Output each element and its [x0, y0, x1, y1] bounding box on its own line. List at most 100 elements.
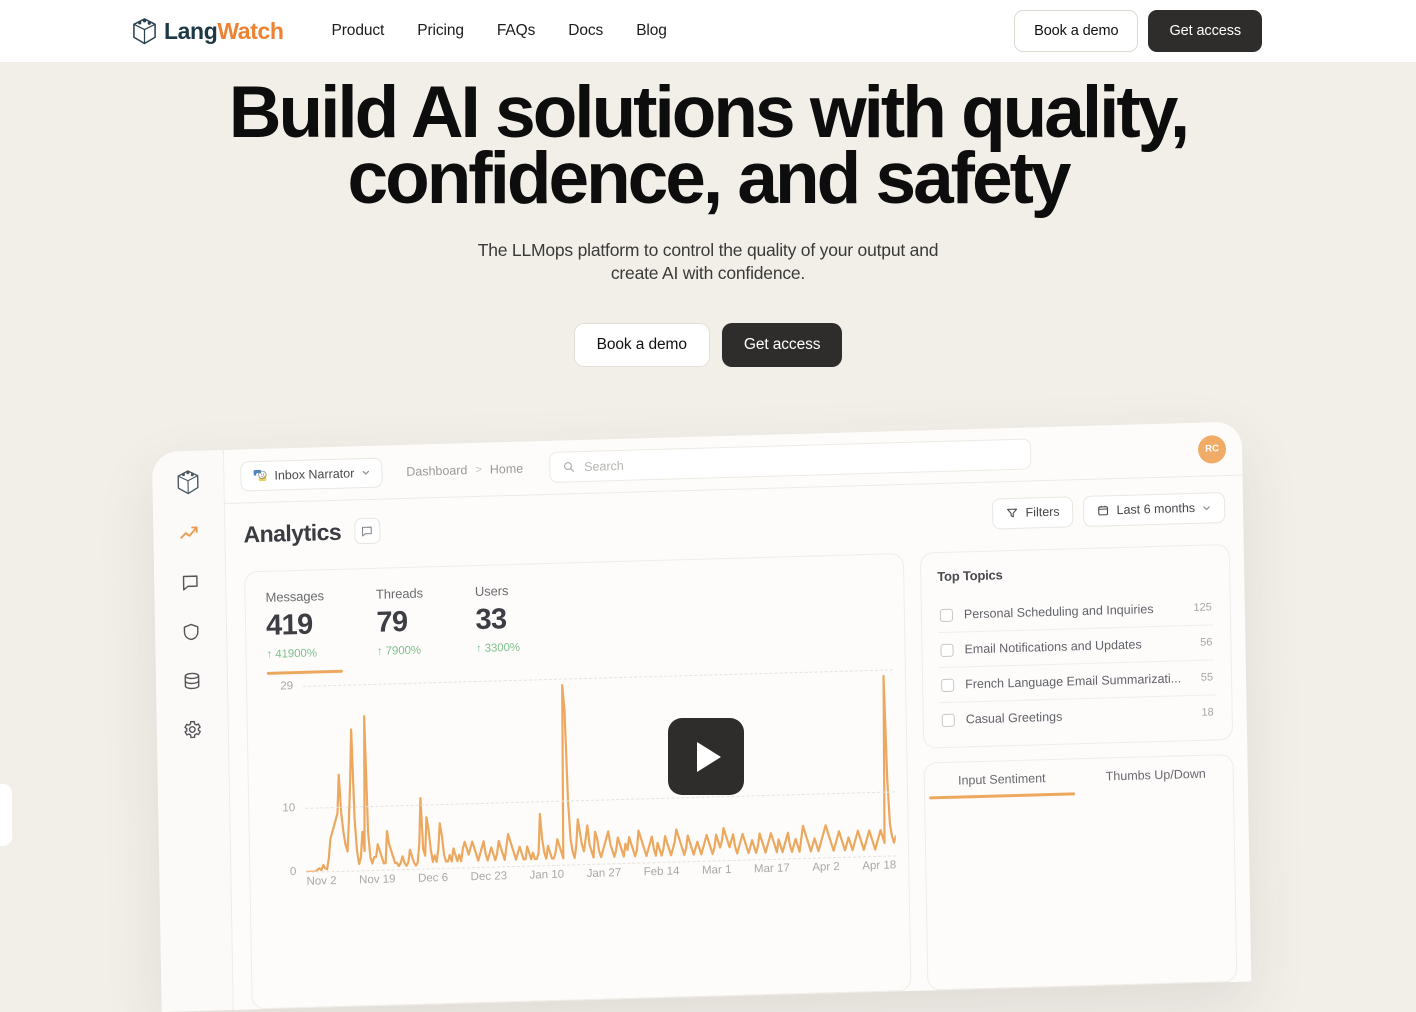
project-selector[interactable]: Inbox Narrator	[240, 457, 382, 491]
sentiment-tabs: Input Sentiment Thumbs Up/Down	[925, 755, 1234, 800]
metric-label: Threads	[376, 585, 423, 601]
nav-actions: Book a demo Get access	[1014, 10, 1262, 52]
metric-value: 79	[376, 605, 424, 639]
logo-text-lang: Lang	[164, 18, 217, 44]
topic-checkbox[interactable]	[942, 713, 955, 726]
avatar[interactable]: RC	[1198, 435, 1226, 464]
top-navigation-bar: LangWatch Product Pricing FAQs Docs Blog…	[0, 0, 1416, 62]
hero-subtitle-line-1: The LLMops platform to control the quali…	[478, 240, 939, 260]
funnel-icon	[1006, 507, 1018, 519]
chart-x-tick: Nov 2	[306, 875, 336, 888]
breadcrumb-dashboard[interactable]: Dashboard	[406, 463, 467, 479]
hero-cta-group: Book a demo Get access	[0, 323, 1416, 367]
nav-link-faqs[interactable]: FAQs	[497, 22, 535, 40]
hero-subtitle-line-2: create AI with confidence.	[611, 263, 805, 283]
metric-threads[interactable]: Threads 79 ↑ 7900%	[376, 585, 424, 671]
search-input[interactable]: Search	[549, 438, 1031, 482]
metric-users[interactable]: Users 33 ↑ 3300%	[475, 583, 521, 669]
nav-link-product[interactable]: Product	[332, 22, 385, 40]
analytics-card: Messages 419 ↑ 41900% Threads 79 ↑ 7900%…	[244, 553, 911, 1009]
metric-active-underline	[267, 670, 343, 675]
brand-logo[interactable]: LangWatch	[132, 18, 284, 45]
topic-label: Personal Scheduling and Inquiries	[964, 601, 1183, 621]
filters-label: Filters	[1025, 505, 1059, 520]
sidebar-item-datasets[interactable]	[178, 667, 205, 695]
sidebar-item-messages[interactable]	[176, 569, 203, 597]
chart-x-tick: Mar 1	[702, 864, 732, 877]
list-item[interactable]: Casual Greetings 18	[939, 694, 1216, 737]
nav-link-pricing[interactable]: Pricing	[417, 22, 464, 40]
hero-title: Build AI solutions with quality, confide…	[0, 80, 1416, 212]
app-sidebar	[152, 450, 234, 1012]
topic-checkbox[interactable]	[940, 643, 953, 656]
nav-link-blog[interactable]: Blog	[636, 22, 667, 40]
chart-x-tick: Dec 23	[471, 870, 508, 883]
top-topics-card: Top Topics Personal Scheduling and Inqui…	[920, 544, 1233, 749]
date-range-label: Last 6 months	[1116, 501, 1195, 517]
metric-delta: ↑ 3300%	[476, 642, 520, 655]
video-play-button[interactable]	[668, 718, 744, 795]
topic-count: 125	[1193, 601, 1212, 614]
chart-x-tick: Apr 2	[812, 861, 840, 874]
metric-messages[interactable]: Messages 419 ↑ 41900%	[265, 588, 325, 675]
topic-count: 56	[1200, 636, 1212, 648]
nav-book-demo-button[interactable]: Book a demo	[1014, 10, 1138, 52]
offscreen-card-edge	[0, 784, 12, 846]
primary-nav-links: Product Pricing FAQs Docs Blog	[332, 22, 667, 40]
date-range-button[interactable]: Last 6 months	[1083, 492, 1225, 527]
metric-value: 419	[266, 608, 325, 643]
hero-get-access-button[interactable]: Get access	[722, 323, 843, 367]
metric-value: 33	[475, 603, 520, 637]
nav-get-access-button[interactable]: Get access	[1148, 10, 1262, 52]
chart-x-tick: Apr 18	[862, 859, 896, 872]
dashboard-right-column: Top Topics Personal Scheduling and Inqui…	[920, 544, 1238, 991]
chart-x-tick: Nov 19	[359, 873, 396, 886]
messages-line-chart: 01029 Nov 2Nov 19Dec 6Dec 23Jan 10Jan 27…	[267, 669, 898, 1007]
project-name: Inbox Narrator	[274, 466, 354, 482]
chart-x-tick: Mar 17	[754, 862, 790, 875]
chart-x-tick: Jan 27	[587, 867, 622, 880]
comment-button[interactable]	[354, 518, 380, 545]
cube-logo-icon	[176, 470, 199, 496]
product-screenshot-mockup: Inbox Narrator Dashboard > Home Search R…	[152, 422, 1251, 1012]
chevron-down-icon	[1202, 503, 1211, 512]
nav-link-docs[interactable]: Docs	[568, 22, 603, 40]
tab-label: Thumbs Up/Down	[1106, 767, 1206, 784]
sentiment-card: Input Sentiment Thumbs Up/Down	[923, 754, 1237, 991]
sidebar-item-logo[interactable]	[174, 469, 201, 497]
metric-label: Messages	[265, 588, 324, 605]
tab-label: Input Sentiment	[958, 771, 1046, 787]
sidebar-item-analytics[interactable]	[175, 520, 202, 548]
chart-plot-area	[303, 669, 896, 871]
filters-button[interactable]: Filters	[992, 496, 1074, 529]
chat-bubble-icon	[180, 572, 200, 593]
hero-book-demo-button[interactable]: Book a demo	[574, 323, 710, 367]
topic-label: Casual Greetings	[966, 706, 1191, 726]
topic-checkbox[interactable]	[940, 608, 953, 621]
gear-icon	[182, 719, 203, 741]
metrics-row: Messages 419 ↑ 41900% Threads 79 ↑ 7900%…	[265, 573, 884, 675]
topic-checkbox[interactable]	[941, 678, 954, 691]
sidebar-item-settings[interactable]	[179, 716, 206, 744]
search-icon	[562, 460, 575, 473]
metric-delta: ↑ 7900%	[377, 644, 424, 657]
page-title: Analytics	[243, 518, 341, 548]
top-topics-list: Personal Scheduling and Inquiries 125 Em…	[938, 590, 1216, 737]
metric-label: Users	[475, 583, 519, 599]
chart-y-tick: 29	[280, 680, 293, 692]
topic-label: Email Notifications and Updates	[964, 636, 1189, 656]
sidebar-item-guardrails[interactable]	[177, 618, 204, 646]
breadcrumb-separator: >	[475, 463, 482, 475]
breadcrumb-home[interactable]: Home	[490, 461, 524, 476]
trending-up-icon	[178, 522, 200, 545]
chart-x-tick: Dec 6	[418, 872, 448, 885]
metric-delta: ↑ 41900%	[266, 647, 325, 661]
tab-input-sentiment[interactable]: Input Sentiment	[925, 759, 1080, 799]
topic-count: 55	[1201, 671, 1213, 683]
breadcrumb: Dashboard > Home	[406, 461, 523, 478]
python-brain-icon	[252, 468, 267, 483]
search-placeholder: Search	[584, 458, 624, 473]
tab-thumbs-up-down[interactable]: Thumbs Up/Down	[1078, 755, 1233, 795]
hero-subtitle: The LLMops platform to control the quali…	[0, 239, 1416, 285]
chart-line-path	[303, 669, 896, 871]
